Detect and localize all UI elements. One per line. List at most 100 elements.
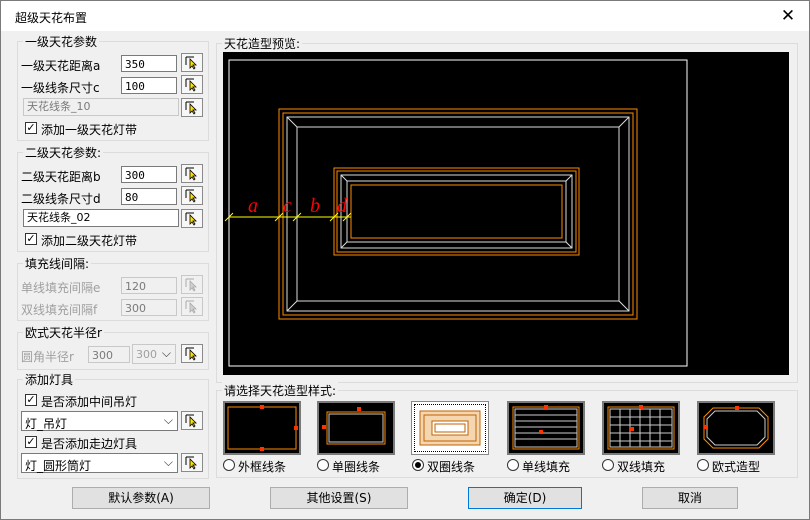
style-thumb-outer-frame[interactable] <box>223 401 301 455</box>
level2-size-pick-button[interactable] <box>181 186 203 205</box>
pick-cursor-icon <box>185 78 197 92</box>
european-thumb-icon <box>703 406 769 449</box>
preview-title: 天花造型预览: <box>222 35 303 52</box>
style-label-single-fill: 单线填充 <box>522 460 571 474</box>
style-radio-double-ring[interactable] <box>412 459 424 471</box>
style-thumb-double-ring[interactable] <box>411 401 489 455</box>
style-thumb-single-fill[interactable] <box>507 401 585 455</box>
level1-corner-line <box>286 116 298 128</box>
title-bar: 超级天花布置 ✕ <box>1 1 809 31</box>
dim-label-d: d <box>337 195 348 217</box>
level1-line-style-field[interactable]: 天花线条_10 <box>23 98 179 116</box>
level1-corner-line <box>618 300 630 312</box>
window-title: 超级天花布置 <box>15 11 88 25</box>
level2-title: 二级天花参数: <box>23 144 104 161</box>
pick-cursor-icon <box>185 101 197 115</box>
level1-size-pick-button[interactable] <box>181 75 203 94</box>
level2-profile-outer <box>340 174 573 249</box>
euro-radius-input[interactable]: 300 <box>88 346 130 363</box>
side-lamp-select-value: 灯_圆形筒灯 <box>25 459 92 473</box>
default-params-button[interactable]: 默认参数(A) <box>72 487 210 509</box>
level2-line-style-pick-button[interactable] <box>181 209 203 228</box>
level2-size-label: 二级线条尺寸d <box>21 192 101 206</box>
single-fill-thumb-icon <box>512 405 580 450</box>
level1-distance-input[interactable]: 350 <box>121 55 177 72</box>
side-lamp-pick-button[interactable] <box>181 453 203 472</box>
style-label-european: 欧式造型 <box>712 460 761 474</box>
level2-distance-input[interactable]: 300 <box>121 166 177 183</box>
ok-button[interactable]: 确定(D) <box>468 487 582 509</box>
side-lamp-select[interactable]: 灯_圆形筒灯 ⌵ <box>21 453 178 473</box>
fill-double-pick-button[interactable] <box>181 297 203 316</box>
side-lamp-label: 是否添加走边灯具 <box>41 437 138 451</box>
dim-label-b: b <box>310 195 320 217</box>
double-fill-thumb-icon <box>607 405 675 450</box>
level1-light-strip-checkbox[interactable]: ✓ <box>25 122 37 134</box>
level1-corner-line <box>618 116 630 128</box>
pick-cursor-icon <box>185 278 197 292</box>
euro-radius-pick-button[interactable] <box>181 344 203 363</box>
style-label-double-fill: 双线填充 <box>617 460 666 474</box>
level1-title: 一级天花参数 <box>23 33 100 50</box>
style-label-single-ring: 单圈线条 <box>332 460 381 474</box>
style-radio-double-fill[interactable] <box>602 459 614 471</box>
pick-cursor-icon <box>185 300 197 314</box>
center-lamp-select[interactable]: 灯_吊灯 ⌵ <box>21 411 178 431</box>
pick-cursor-icon <box>185 189 197 203</box>
other-settings-button[interactable]: 其他设置(S) <box>270 487 408 509</box>
style-radio-european[interactable] <box>697 459 709 471</box>
level2-light-strip <box>350 184 563 239</box>
euro-radius-label: 圆角半径r <box>21 350 74 364</box>
level1-size-input[interactable]: 100 <box>121 77 177 94</box>
center-lamp-checkbox[interactable]: ✓ <box>25 394 37 406</box>
level2-line-style-field[interactable]: 天花线条_02 <box>23 209 179 227</box>
side-lamp-checkbox[interactable]: ✓ <box>25 436 37 448</box>
style-label-double-ring: 双圈线条 <box>427 460 476 474</box>
style-thumb-single-ring[interactable] <box>317 401 395 455</box>
fill-title: 填充线间隔: <box>23 255 92 272</box>
center-lamp-label: 是否添加中间吊灯 <box>41 395 138 409</box>
cancel-button[interactable]: 取消 <box>642 487 738 509</box>
fill-double-label: 双线填充间隔f <box>21 303 98 317</box>
fill-single-pick-button[interactable] <box>181 275 203 294</box>
pick-cursor-icon <box>185 56 197 70</box>
euro-radius-select[interactable]: 300 ⌵ <box>132 344 176 364</box>
fill-double-input[interactable]: 300 <box>121 299 177 316</box>
level2-size-input[interactable]: 80 <box>121 188 177 205</box>
dim-label-c: c <box>283 195 292 217</box>
level1-inner-line <box>282 112 634 316</box>
level2-light-strip-label: 添加二级天花灯带 <box>41 234 138 248</box>
level2-distance-pick-button[interactable] <box>181 164 203 183</box>
pick-cursor-icon <box>185 167 197 181</box>
ceiling-preview-drawing: a c b d <box>224 59 688 367</box>
chevron-down-icon: ⌵ <box>163 455 173 469</box>
level2-light-strip-checkbox[interactable]: ✓ <box>25 233 37 245</box>
fill-single-input[interactable]: 120 <box>121 277 177 294</box>
center-lamp-pick-button[interactable] <box>181 411 203 430</box>
close-icon[interactable]: ✕ <box>777 5 799 27</box>
style-radio-outer-frame[interactable] <box>223 459 235 471</box>
level1-corner-line <box>286 300 298 312</box>
style-radio-single-ring[interactable] <box>317 459 329 471</box>
style-thumb-double-fill[interactable] <box>602 401 680 455</box>
outer-room-frame <box>228 59 688 367</box>
level2-corner-line <box>340 174 348 182</box>
level1-distance-pick-button[interactable] <box>181 53 203 72</box>
style-label-outer-frame: 外框线条 <box>238 460 287 474</box>
dim-label-a: a <box>248 195 258 217</box>
level2-corner-line <box>565 241 573 249</box>
style-thumb-european[interactable] <box>697 401 775 455</box>
level2-corner-line <box>340 241 348 249</box>
level1-size-label: 一级线条尺寸c <box>21 81 100 95</box>
level1-line-style-pick-button[interactable] <box>181 98 203 117</box>
center-lamp-select-value: 灯_吊灯 <box>25 417 68 431</box>
style-radio-single-fill[interactable] <box>507 459 519 471</box>
style-title: 请选择天花造型样式: <box>222 382 339 399</box>
chevron-down-icon: ⌵ <box>161 346 171 360</box>
lights-title: 添加灯具 <box>23 371 76 388</box>
outer-frame-thumb-icon <box>227 405 298 451</box>
level1-light-strip-label: 添加一级天花灯带 <box>41 123 138 137</box>
ceiling-preview-canvas: a c b d <box>223 52 789 375</box>
level2-distance-label: 二级天花距离b <box>21 170 101 184</box>
euro-title: 欧式天花半径r <box>23 324 104 341</box>
